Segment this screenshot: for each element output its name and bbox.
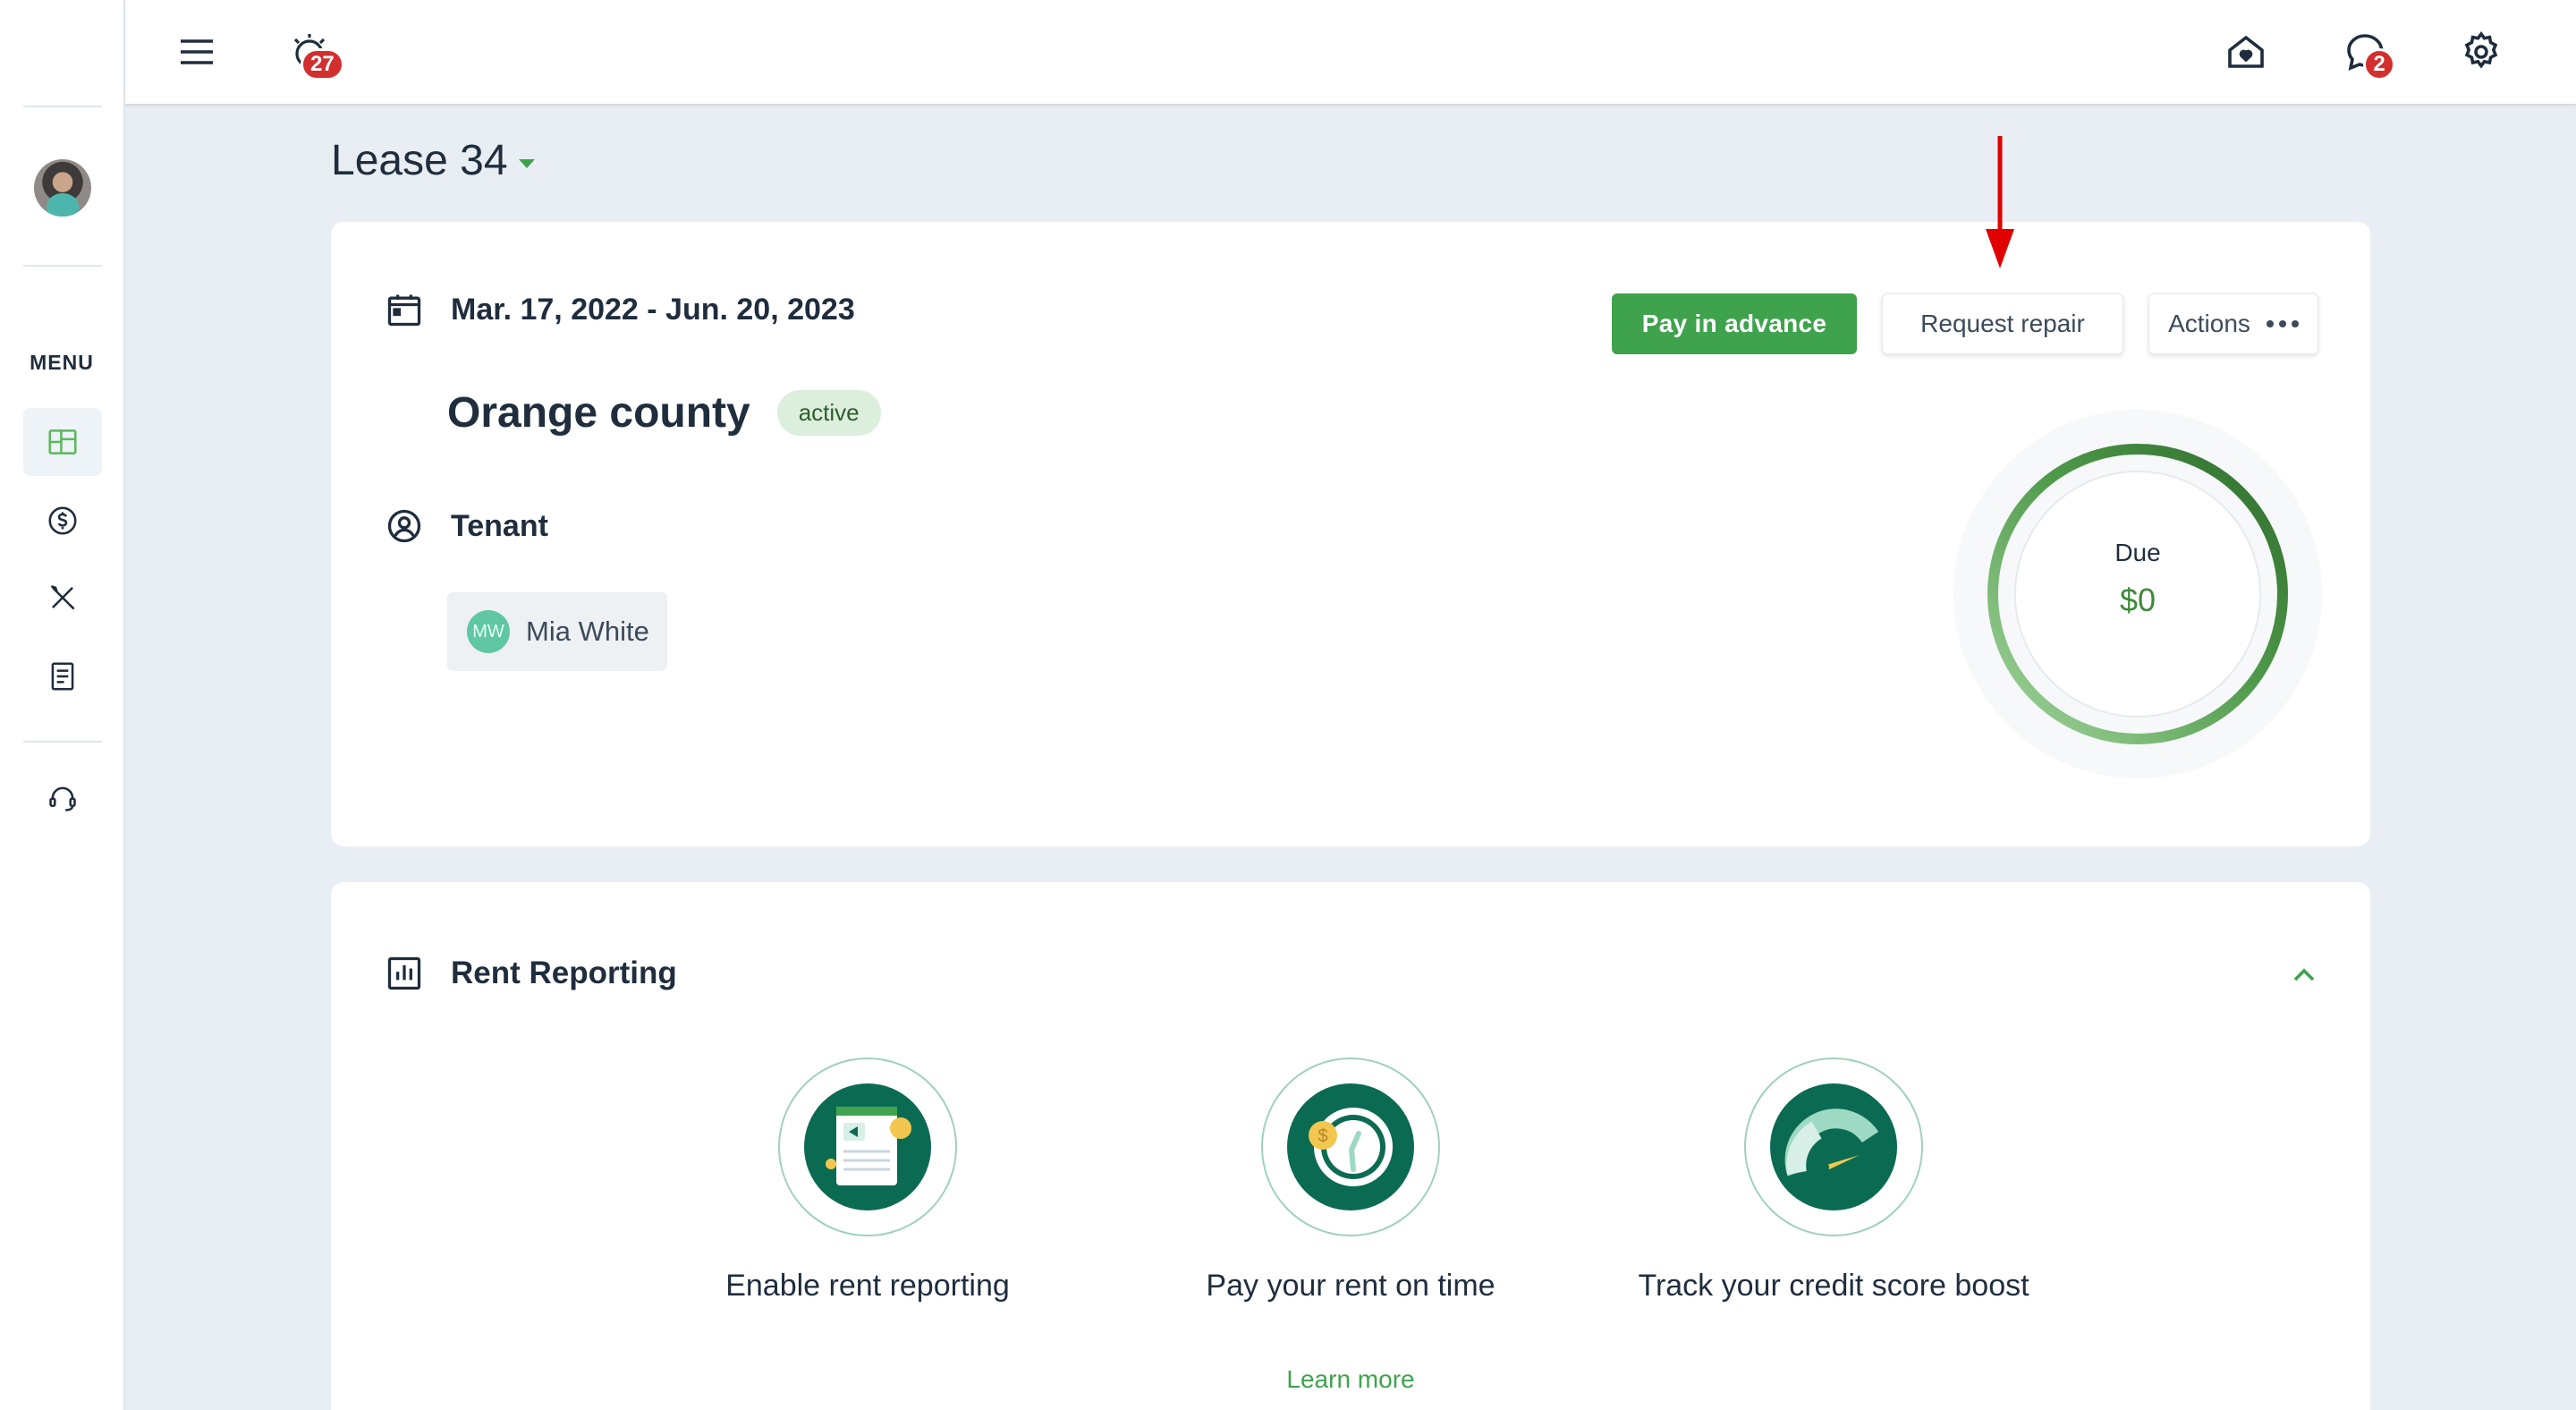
sidebar: MENU [0, 0, 125, 1410]
home-button[interactable] [2221, 27, 2271, 77]
dashboard-icon [48, 429, 77, 454]
lease-card: Mar. 17, 2022 - Jun. 20, 2023 Orange cou… [331, 222, 2370, 846]
sidebar-item-documents[interactable] [23, 642, 102, 710]
lease-dates: Mar. 17, 2022 - Jun. 20, 2023 [451, 292, 855, 327]
home-heart-icon [2228, 35, 2264, 68]
rent-reporting-header: Rent Reporting [385, 954, 677, 993]
tenant-chip[interactable]: MW Mia White [447, 592, 667, 671]
headset-icon [49, 786, 76, 811]
caret-down-icon [518, 158, 535, 168]
sidebar-divider [23, 741, 102, 743]
calendar-icon [385, 290, 424, 329]
request-repair-button[interactable]: Request repair [1882, 293, 2123, 354]
annotation-arrow-icon [1986, 136, 2014, 268]
clock-illustration: $ [1261, 1058, 1440, 1236]
property-row: Orange county active [447, 388, 881, 437]
top-bar: 27 2 [125, 0, 2576, 106]
sidebar-divider [23, 265, 102, 267]
sidebar-divider [23, 106, 102, 107]
property-name: Orange county [447, 389, 750, 437]
actions-label: Actions [2168, 310, 2250, 337]
dollar-icon [48, 506, 77, 535]
due-gauge: Due $0 [1950, 406, 2326, 782]
feature-label: Pay your rent on time [1206, 1269, 1496, 1303]
hamburger-icon [181, 39, 213, 64]
tenant-section-header: Tenant [385, 506, 548, 546]
report-illustration [778, 1058, 957, 1236]
document-icon [51, 662, 74, 691]
chevron-up-icon[interactable] [2286, 957, 2322, 993]
sidebar-item-support[interactable] [23, 764, 102, 832]
alarm-notifications-button[interactable]: 27 [284, 27, 344, 81]
status-badge: active [776, 390, 881, 436]
menu-label: MENU [30, 351, 94, 374]
sidebar-item-maintenance[interactable] [23, 564, 102, 632]
pay-in-advance-button[interactable]: Pay in advance [1612, 293, 1857, 354]
rent-reporting-card: Rent Reporting Enable rent reporting $ P… [331, 882, 2370, 1410]
due-label: Due [2114, 539, 2161, 566]
feature-track-credit-score: Track your credit score boost [1601, 1058, 2066, 1304]
tenant-initials-avatar: MW [467, 610, 510, 653]
svg-text:$: $ [1318, 1126, 1327, 1146]
tenant-label: Tenant [451, 508, 548, 543]
user-avatar[interactable] [34, 159, 91, 217]
hamburger-menu-button[interactable] [172, 27, 222, 77]
feature-label: Enable rent reporting [725, 1269, 1010, 1303]
sidebar-item-payments[interactable] [23, 487, 102, 555]
lease-title: Lease 34 [331, 137, 508, 184]
notifications-badge: 27 [301, 48, 344, 81]
tools-icon [50, 585, 75, 610]
gear-icon [2464, 31, 2498, 69]
messages-badge: 2 [2363, 48, 2395, 81]
sidebar-item-dashboard[interactable] [23, 408, 102, 476]
settings-button[interactable] [2456, 27, 2506, 77]
bar-chart-icon [385, 954, 424, 993]
feature-pay-on-time: $ Pay your rent on time [1118, 1058, 1583, 1304]
messages-button[interactable]: 2 [2340, 27, 2395, 81]
more-dots-icon [2266, 320, 2299, 327]
rent-reporting-title: Rent Reporting [451, 956, 677, 990]
feature-enable-rent-reporting: Enable rent reporting [635, 1058, 1100, 1304]
actions-button[interactable]: Actions [2148, 293, 2318, 354]
lease-selector[interactable]: Lease 34 [331, 136, 535, 185]
feature-label: Track your credit score boost [1638, 1269, 2029, 1303]
gauge-illustration [1744, 1058, 1923, 1236]
learn-more-link[interactable]: Learn more [331, 1365, 2370, 1394]
due-amount: $0 [2119, 582, 2157, 618]
lease-dates-row: Mar. 17, 2022 - Jun. 20, 2023 [385, 290, 855, 329]
user-circle-icon [385, 506, 424, 546]
tenant-name: Mia White [526, 616, 649, 647]
